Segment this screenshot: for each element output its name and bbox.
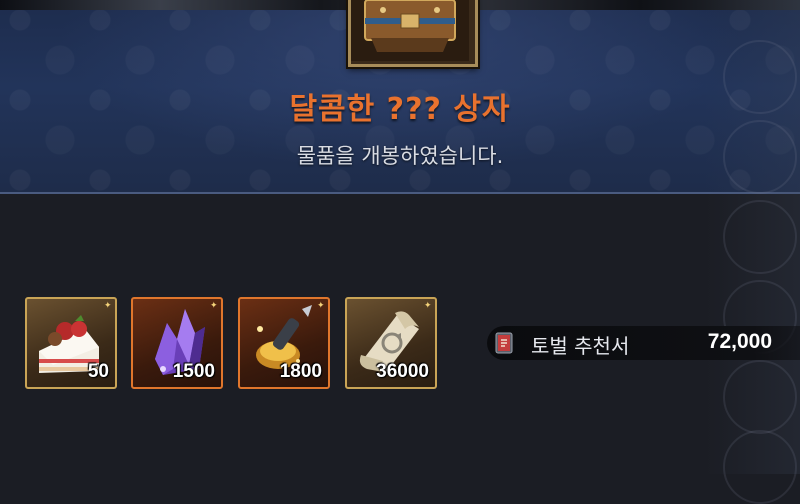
item-slot-crystal[interactable]: ✦ 1500 <box>131 297 223 389</box>
sparkle-icon: ✦ <box>317 301 325 311</box>
reward-name: 토벌 추천서 <box>531 334 630 358</box>
reward-value: 72,000 <box>707 330 772 353</box>
sparkle-icon: ✦ <box>104 301 112 311</box>
box-title: 달콤한 ??? 상자 <box>289 92 511 127</box>
treasure-chest-icon <box>348 0 478 67</box>
item-quantity: 1800 <box>279 361 322 382</box>
side-decoration <box>705 0 800 504</box>
book-icon <box>495 332 513 354</box>
sparkle-icon: ✦ <box>424 301 432 311</box>
item-slot-pen[interactable]: ✦ 1800 <box>238 297 330 389</box>
item-quantity: 36000 <box>376 361 429 382</box>
sparkle-icon: ✦ <box>210 301 218 311</box>
reward-summary: 토벌 추천서 72,000 <box>487 326 800 360</box>
item-quantity: 50 <box>87 361 109 382</box>
item-slot-scroll[interactable]: ✦ 36000 <box>345 297 437 389</box>
item-slot-cake[interactable]: ✦ 50 <box>25 297 117 389</box>
open-message: 물품을 개봉하였습니다. <box>296 144 504 168</box>
item-quantity: 1500 <box>172 361 215 382</box>
